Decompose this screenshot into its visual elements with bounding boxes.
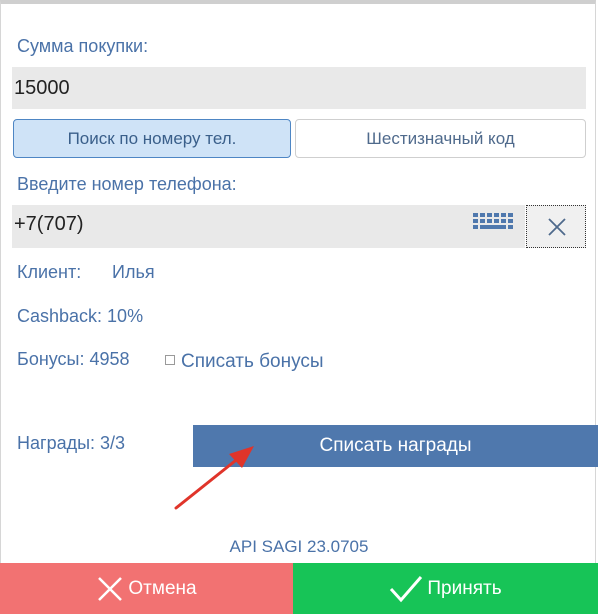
bonuses-text: Бонусы: 4958 bbox=[17, 349, 130, 369]
client-label: Клиент: bbox=[17, 262, 82, 282]
client-name: Илья bbox=[112, 262, 155, 282]
purchase-amount-field[interactable]: 15000 bbox=[12, 67, 586, 109]
tab-phone-search[interactable]: Поиск по номеру тел. bbox=[13, 119, 291, 158]
cashback-text: Cashback: 10% bbox=[17, 306, 144, 326]
keyboard-icon[interactable] bbox=[473, 211, 513, 235]
close-icon bbox=[98, 576, 123, 601]
annotation-arrow-icon bbox=[174, 446, 254, 510]
redeem-bonuses-checkbox[interactable] bbox=[165, 355, 175, 365]
cancel-label: Отмена bbox=[128, 577, 197, 599]
clear-phone-button[interactable] bbox=[526, 205, 586, 248]
redeem-bonuses-label[interactable]: Списать бонусы bbox=[181, 351, 324, 373]
api-version-text: API SAGI 23.0705 bbox=[229, 537, 369, 556]
phone-input[interactable]: +7(707) bbox=[12, 205, 525, 248]
tab-six-digit-code[interactable]: Шестизначный код bbox=[295, 119, 586, 158]
purchase-amount-label: Сумма покупки: bbox=[17, 36, 149, 56]
phone-input-label: Введите номер телефона: bbox=[17, 174, 237, 194]
rewards-text: Награды: 3/3 bbox=[17, 433, 126, 453]
cancel-button[interactable]: Отмена bbox=[0, 563, 293, 614]
accept-button[interactable]: Принять bbox=[293, 563, 598, 614]
close-icon bbox=[548, 218, 566, 236]
checkmark-icon bbox=[390, 575, 423, 602]
accept-label: Принять bbox=[427, 577, 502, 599]
